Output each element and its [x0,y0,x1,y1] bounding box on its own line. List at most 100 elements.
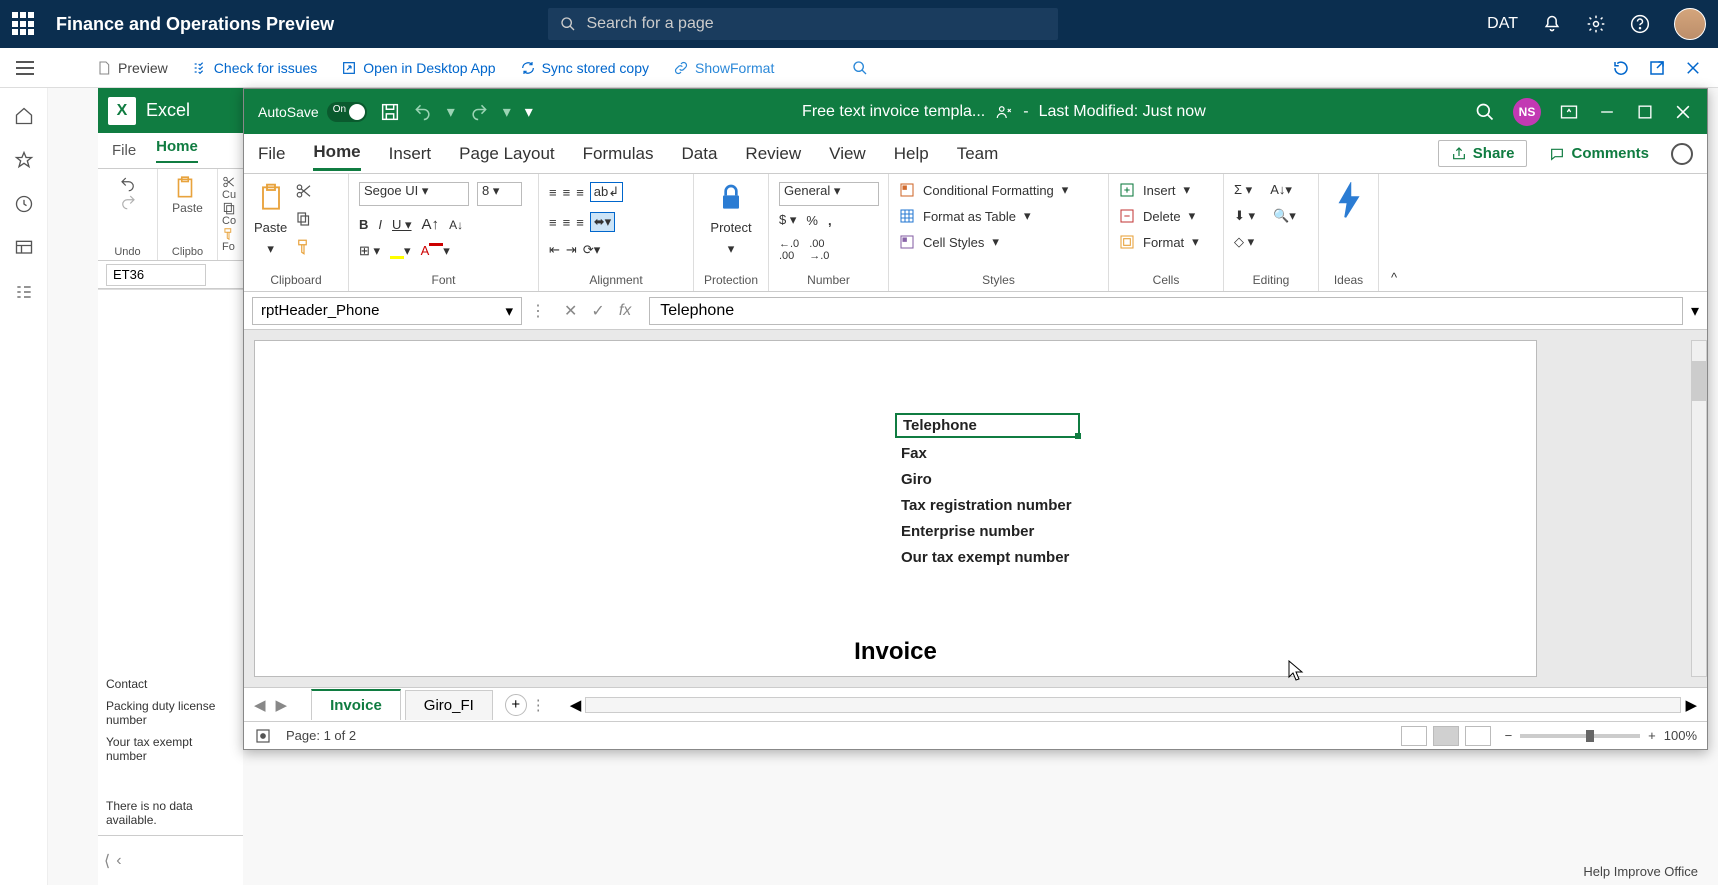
comments-button[interactable]: Comments [1549,145,1649,162]
web-tab-home[interactable]: Home [156,138,198,163]
sheet-nav-first-icon[interactable]: ⟨ [104,851,110,871]
name-box[interactable]: rptHeader_Phone ▾ [252,297,522,325]
tab-formulas[interactable]: Formulas [583,138,654,170]
decrease-indent-icon[interactable]: ⇤ [549,242,560,258]
increase-decimal-button[interactable]: ←.0.00 [779,238,799,262]
worksheet-page[interactable]: Telephone Fax Giro Tax registration numb… [254,340,1537,677]
expand-formula-bar-icon[interactable]: ▾ [1691,301,1699,321]
clear-button[interactable]: ◇ ▾ [1234,234,1254,250]
cancel-formula-icon[interactable]: ✕ [564,301,577,321]
tab-review[interactable]: Review [745,138,801,170]
redo-dropdown-icon[interactable]: ▾ [503,102,511,122]
page-break-view-button[interactable] [1465,726,1491,746]
cell-styles-button[interactable]: Cell Styles ▾ [899,234,1098,250]
percent-button[interactable]: % [806,213,818,228]
tab-file[interactable]: File [258,138,285,170]
tab-view[interactable]: View [829,138,866,170]
format-cells-button[interactable]: Format ▾ [1119,234,1213,250]
show-format-button[interactable]: ShowFormat [673,60,774,76]
redo-icon[interactable] [119,193,137,211]
user-initials-avatar[interactable]: NS [1513,98,1541,126]
gear-icon[interactable] [1586,14,1606,34]
delete-cells-button[interactable]: Delete ▾ [1119,208,1213,224]
cell-enterprise[interactable]: Enterprise number [895,521,1080,542]
user-avatar[interactable] [1674,8,1706,40]
horizontal-scrollbar[interactable] [585,697,1681,713]
preview-button[interactable]: Preview [96,60,168,76]
search-icon[interactable] [852,60,868,76]
decrease-font-button[interactable]: A↓ [449,218,463,232]
copy-button[interactable]: Co [222,201,236,227]
zoom-level[interactable]: 100% [1664,728,1697,743]
close-icon[interactable] [1673,102,1693,122]
paste-icon[interactable] [172,175,198,201]
app-launcher-icon[interactable] [12,12,36,36]
cell-tax-registration[interactable]: Tax registration number [895,495,1080,516]
share-button[interactable]: Share [1438,140,1528,167]
fill-button[interactable]: ⬇ ▾ [1234,208,1255,224]
search-icon[interactable] [1475,102,1495,122]
sheet-nav-prev-icon[interactable]: ◀ [254,696,266,714]
decrease-decimal-button[interactable]: .00→.0 [809,238,829,262]
sync-button[interactable]: Sync stored copy [520,60,649,76]
tab-data[interactable]: Data [682,138,718,170]
sheet-tabs-menu-icon[interactable]: ⋮ [531,696,546,714]
tab-home[interactable]: Home [313,136,360,171]
comma-button[interactable]: , [828,213,832,228]
copy-icon[interactable] [295,210,313,228]
hscroll-right-icon[interactable]: ▶ [1685,696,1697,714]
tab-insert[interactable]: Insert [389,138,432,170]
page-layout-view-button[interactable] [1433,726,1459,746]
paste-icon[interactable] [255,182,287,214]
people-share-icon[interactable] [995,103,1013,121]
format-painter-icon[interactable] [295,238,313,256]
find-select-button[interactable]: 🔍▾ [1273,208,1296,224]
help-improve-link[interactable]: Help Improve Office [1583,864,1698,879]
help-icon[interactable] [1630,14,1650,34]
redo-icon[interactable] [469,102,489,122]
underline-button[interactable]: U ▾ [392,217,412,233]
ideas-lightning-icon[interactable] [1334,182,1364,220]
fx-icon[interactable]: fx [619,302,631,320]
align-bottom-icon[interactable]: ≡ [576,185,584,200]
maximize-icon[interactable] [1635,102,1655,122]
open-desktop-button[interactable]: Open in Desktop App [341,60,495,76]
increase-font-button[interactable]: A↑ [422,216,440,233]
align-center-icon[interactable]: ≡ [563,215,571,230]
check-issues-button[interactable]: Check for issues [192,60,317,76]
collapse-ribbon-icon[interactable]: ^ [1391,270,1397,285]
cell-our-tax-exempt[interactable]: Our tax exempt number [895,547,1080,568]
popout-icon[interactable] [1648,59,1666,77]
refresh-icon[interactable] [1612,59,1630,77]
record-macro-icon[interactable] [254,727,272,745]
wrap-text-button[interactable]: ab↲ [590,182,623,202]
tab-team[interactable]: Team [957,138,999,170]
font-color-button[interactable]: A ▾ [421,243,450,259]
autosum-button[interactable]: Σ ▾ [1234,182,1252,198]
cell-giro[interactable]: Giro [895,469,1080,490]
border-button[interactable]: ⊞ ▾ [359,243,380,259]
orientation-button[interactable]: ⟳▾ [583,242,600,258]
star-icon[interactable] [14,150,34,170]
number-format-select[interactable]: General ▾ [779,182,879,206]
qat-customize-icon[interactable]: ▾ [525,102,533,122]
autosave-toggle[interactable]: AutoSave On [258,102,367,122]
format-painter-button[interactable]: Fo [222,227,236,253]
sort-filter-button[interactable]: A↓▾ [1270,182,1292,198]
zoom-slider[interactable] [1520,734,1640,738]
name-box-menu-icon[interactable]: ⋮ [530,301,546,321]
bell-icon[interactable] [1542,14,1562,34]
format-as-table-button[interactable]: Format as Table ▾ [899,208,1098,224]
sheet-tab-girofi[interactable]: Giro_FI [405,690,493,720]
tab-page-layout[interactable]: Page Layout [459,138,554,170]
cell-telephone-selected[interactable]: Telephone [895,413,1080,438]
web-tab-file[interactable]: File [112,142,136,159]
cut-button[interactable]: Cu [222,175,236,201]
merge-center-button[interactable]: ⬌▾ [590,212,615,232]
normal-view-button[interactable] [1401,726,1427,746]
hscroll-left-icon[interactable]: ◀ [570,696,582,714]
workspace-icon[interactable] [14,238,34,258]
formula-bar-input[interactable]: Telephone [649,297,1683,325]
bold-button[interactable]: B [359,217,368,232]
sheet-tab-invoice[interactable]: Invoice [311,689,401,720]
